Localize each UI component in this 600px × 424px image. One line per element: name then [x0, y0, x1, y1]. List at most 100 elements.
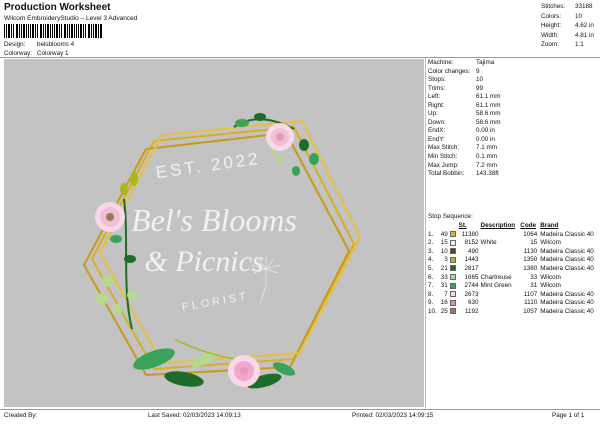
machine-info: Machine: Tajima Color changes: 9 Stops: 10 … [428, 59, 501, 179]
rose-top [266, 123, 294, 151]
machine-row: Right: 61.1 mm [428, 102, 501, 111]
row-stitches: 2817 [464, 265, 479, 273]
row-description [481, 290, 521, 299]
color-swatch [449, 282, 456, 289]
machine-row: Stops: 10 [428, 76, 501, 85]
stat-value: 4.81 in [575, 31, 594, 39]
row-description [481, 230, 521, 239]
row-brand: Wilcom [540, 282, 561, 290]
col-st-header: St. [458, 222, 467, 230]
header-divider [0, 57, 600, 58]
row-brand: Madeira Classic 40 [540, 290, 594, 298]
barcode [4, 24, 102, 38]
machine-value: 7.1 mm [476, 144, 497, 152]
table-row: 3. 10 490 1130 Madeira Classic 40 [428, 247, 600, 256]
machine-row: Left: 61.1 mm [428, 93, 501, 102]
row-index: 5. [428, 265, 434, 273]
color-swatch [449, 256, 456, 263]
row-description [481, 307, 521, 316]
machine-value: 0.00 in [476, 127, 495, 135]
machine-value: Tajima [476, 59, 495, 66]
table-row: 1. 49 11380 1064 Madeira Classic 40 [428, 230, 600, 239]
machine-key: Trims: [428, 84, 446, 92]
row-description: Chartreuse [480, 273, 512, 281]
row-stop: 7 [444, 290, 448, 298]
row-stitches: 2744 [464, 282, 479, 290]
machine-key: Up: [428, 110, 438, 118]
machine-key: Total Bobbin: [428, 170, 465, 178]
machine-row: Min Stitch: 0.1 mm [428, 153, 501, 162]
machine-row: Max Stitch: 7.1 mm [428, 144, 501, 153]
machine-row: EndX: 0.00 in [428, 127, 501, 136]
last-saved: Last Saved: 02/03/2023 14:09:13 [148, 412, 241, 419]
worksheet-title: Production Worksheet [4, 2, 111, 13]
stop-sequence-label: Stop Sequence: [428, 213, 473, 220]
machine-key: Stops: [428, 76, 446, 84]
machine-value: 0.1 mm [476, 153, 497, 161]
row-code: 1107 [523, 290, 538, 298]
row-code: 1380 [523, 265, 538, 273]
rose-left [95, 202, 125, 232]
footer-divider [0, 409, 600, 410]
row-stitches: 8152 [464, 239, 479, 247]
table-header-row: St. Description Code Brand [428, 222, 600, 230]
col-description-header: Description [480, 222, 516, 230]
row-stop: 31 [440, 282, 448, 290]
color-swatch [449, 248, 456, 255]
business-name-line2: & Picnics [144, 245, 263, 278]
machine-key: EndX: [428, 127, 446, 135]
machine-value: 143.38ft [476, 170, 499, 178]
row-stitches: 1192 [464, 308, 479, 316]
machine-row: Up: 58.6 mm [428, 110, 501, 119]
machine-value: 58.6 mm [476, 110, 501, 118]
stat-value: 33188 [575, 3, 593, 10]
machine-key: Down: [428, 118, 446, 126]
row-code: 33 [530, 273, 538, 281]
row-stitches: 630 [468, 299, 479, 307]
stat-value: 1:1 [575, 41, 584, 49]
row-index: 10. [428, 308, 437, 316]
design-preview[interactable]: EST. 2022 Bel's Blooms & Picnics FLORIST [4, 59, 424, 407]
row-stitches: 490 [468, 247, 479, 255]
row-index: 6. [428, 273, 434, 281]
row-description [481, 247, 521, 256]
printed-date: Printed: 02/03/2023 14:09:15 [352, 412, 434, 419]
stat-row: Height: 4.62 in [541, 22, 594, 32]
machine-value: 61.1 mm [476, 101, 501, 109]
design-meta: Design: belsblooms 4 Colorway: Colorway … [4, 41, 74, 58]
row-index: 8. [428, 290, 434, 298]
table-row: 4. 3 1443 1350 Madeira Classic 40 [428, 256, 600, 265]
row-stop: 25 [440, 308, 448, 316]
row-stitches: 1443 [464, 256, 479, 264]
row-stop: 21 [440, 265, 448, 273]
row-code: 1064 [523, 230, 538, 238]
table-row: 9. 16 630 1110 Madeira Classic 40 [428, 299, 600, 308]
machine-row: Color changes: 9 [428, 68, 501, 77]
row-index: 4. [428, 256, 434, 264]
row-code: 1057 [523, 308, 538, 316]
stat-key: Height: [541, 22, 561, 30]
row-stop: 3 [444, 256, 448, 264]
row-brand: Madeira Classic 40 [540, 247, 594, 255]
row-index: 7. [428, 282, 434, 290]
machine-key: Max Stitch: [428, 144, 460, 152]
row-stop: 49 [440, 230, 448, 238]
created-by: Created By: [4, 412, 38, 419]
row-stop: 16 [440, 299, 448, 307]
row-code: 1350 [523, 256, 538, 264]
color-swatch [449, 239, 456, 246]
machine-value: 99 [476, 84, 484, 92]
meta-key: Design: [4, 41, 26, 48]
machine-row: Total Bobbin: 143.38ft [428, 170, 501, 179]
software-name: Wilcom EmbroideryStudio – Level 3 Advanc… [4, 15, 138, 22]
row-description [481, 264, 521, 273]
machine-row: Trims: 99 [428, 85, 501, 94]
row-stop: 10 [440, 247, 448, 255]
col-brand-header: Brand [540, 222, 559, 230]
stat-value: 4.62 in [575, 22, 594, 30]
row-index: 9. [428, 299, 434, 307]
machine-row: EndY: 0.00 in [428, 136, 501, 145]
color-swatch [449, 308, 456, 315]
row-brand: Wilcom [540, 273, 561, 281]
machine-value: 61.1 mm [476, 93, 501, 101]
